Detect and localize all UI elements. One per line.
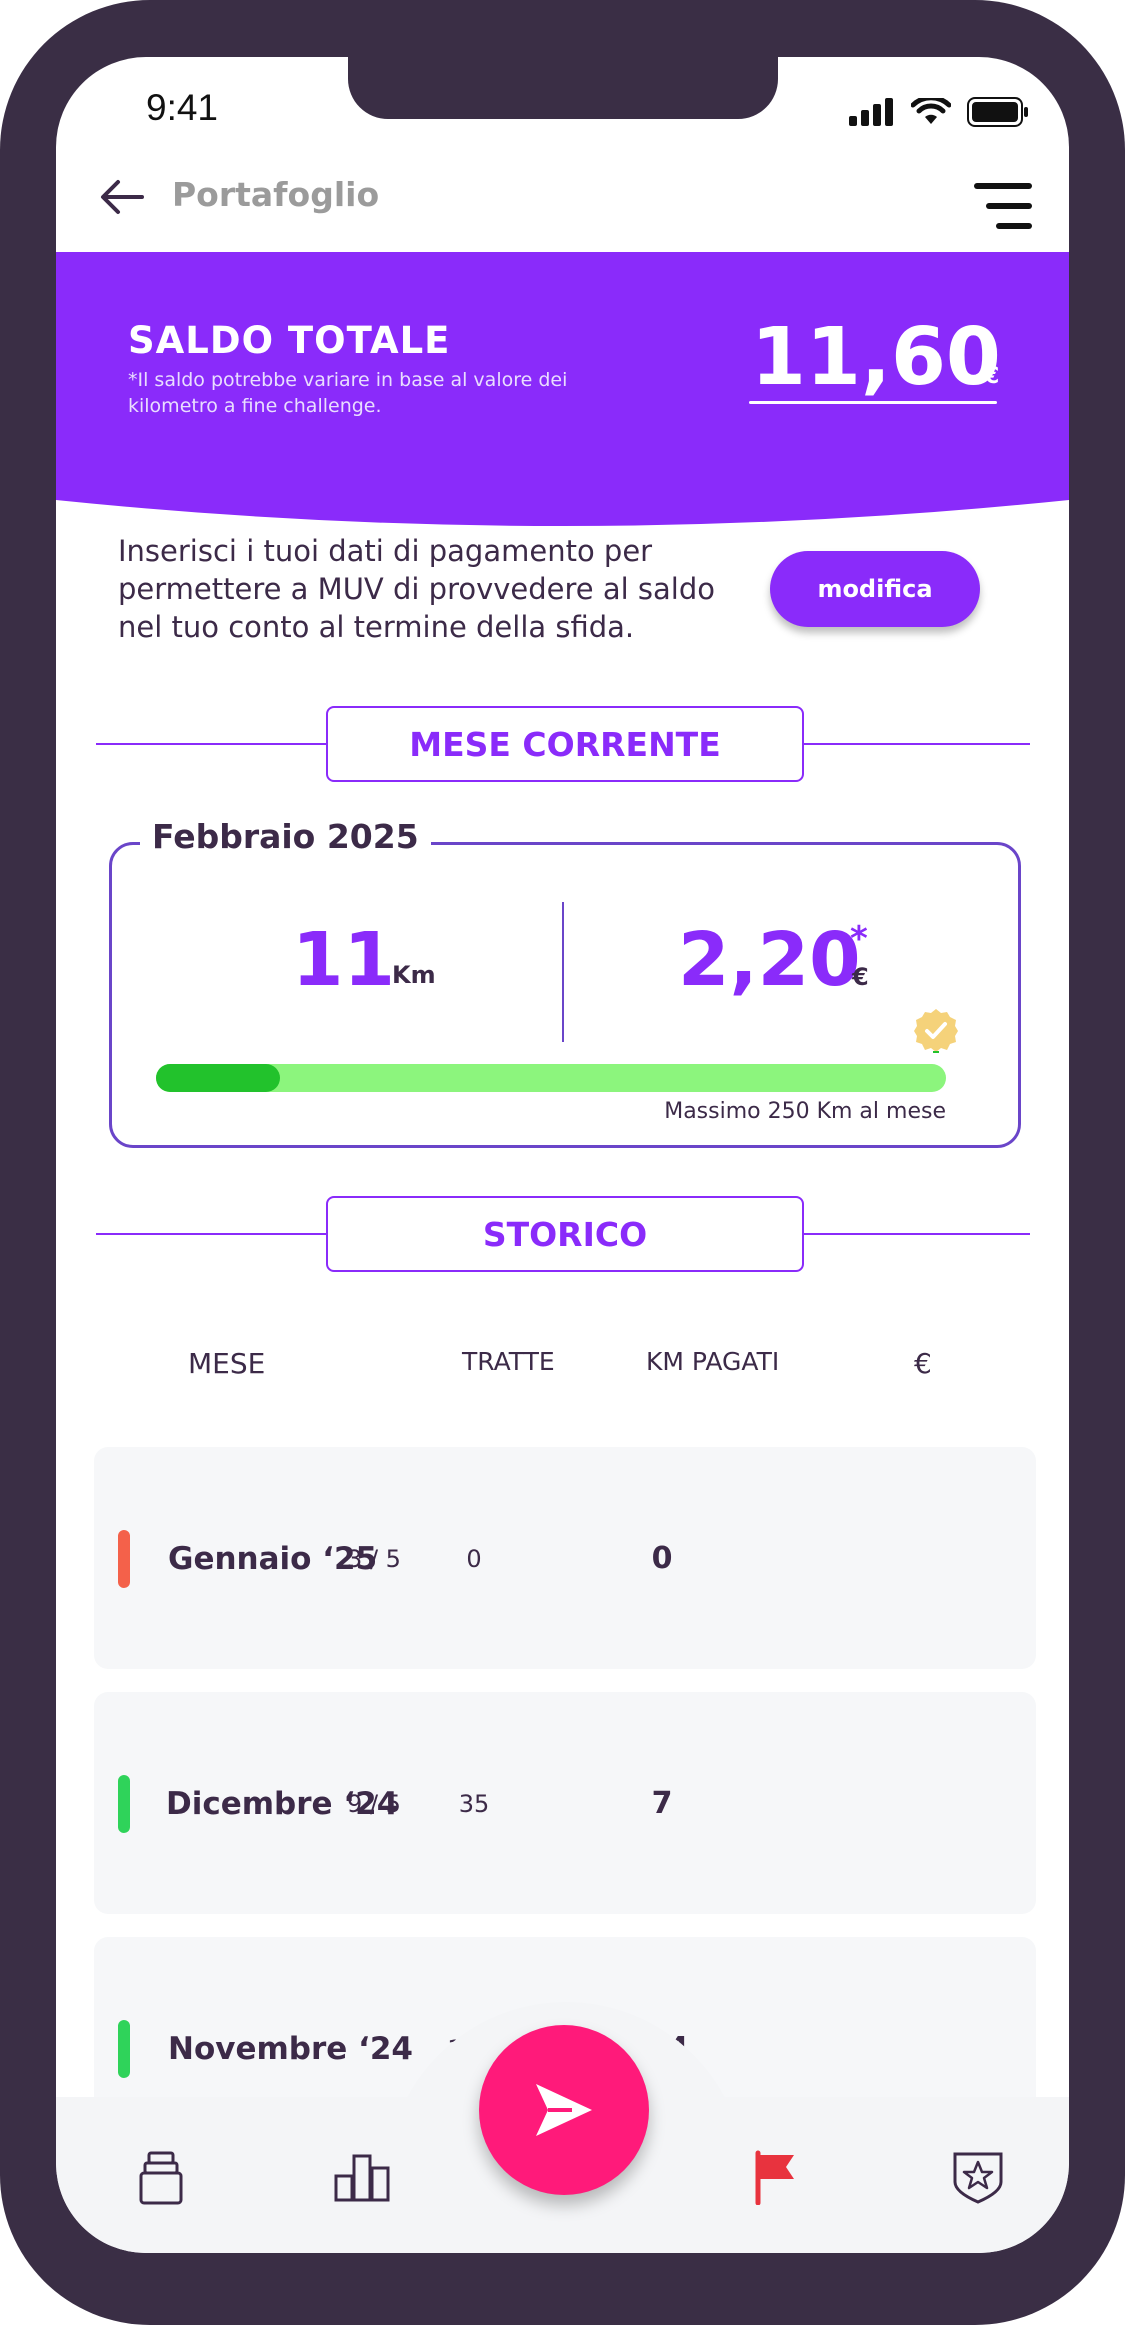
row-km: 35 bbox=[458, 1790, 490, 1818]
row-trips: 9 / 5 bbox=[347, 1790, 401, 1818]
history-row[interactable]: Gennaio ‘25 3 / 5 0 0 bbox=[94, 1447, 1036, 1669]
section-divider bbox=[96, 743, 328, 745]
phone-frame: 9:41 Portafoglio SALDO TOTALE *Il saldo … bbox=[0, 0, 1125, 2325]
row-month: Novembre ‘24 bbox=[168, 2031, 413, 2067]
menu-icon[interactable] bbox=[974, 179, 1034, 235]
km-unit: Km bbox=[392, 961, 436, 989]
flag-icon bbox=[755, 2150, 794, 2205]
row-eur: 7 bbox=[651, 1786, 673, 1821]
tab-stats[interactable] bbox=[332, 2147, 392, 2207]
status-indicator bbox=[118, 1530, 130, 1588]
current-month-header: MESE CORRENTE bbox=[326, 706, 804, 782]
page-title: Portafoglio bbox=[172, 175, 380, 214]
km-progress-bar bbox=[156, 1064, 946, 1092]
status-indicator bbox=[118, 2020, 130, 2078]
current-month-title: Febbraio 2025 bbox=[140, 817, 431, 856]
eur-currency: € bbox=[852, 963, 869, 991]
status-indicator bbox=[118, 1775, 130, 1833]
tab-rewards[interactable] bbox=[948, 2147, 1008, 2207]
km-progress-fill bbox=[156, 1064, 280, 1092]
send-fab-button[interactable] bbox=[479, 2025, 649, 2195]
wifi-icon bbox=[911, 98, 951, 124]
column-header-km: KM PAGATI bbox=[646, 1347, 780, 1376]
section-divider bbox=[96, 1233, 328, 1235]
chart-icon bbox=[334, 2154, 390, 2202]
section-divider bbox=[804, 1233, 1030, 1235]
column-header-eur: € bbox=[914, 1347, 932, 1380]
tab-wallet[interactable] bbox=[131, 2147, 191, 2207]
progress-caption: Massimo 250 Km al mese bbox=[664, 1099, 946, 1124]
km-value: 11 bbox=[292, 917, 395, 1003]
shield-star-icon bbox=[953, 2152, 1003, 2204]
status-time: 9:41 bbox=[146, 87, 219, 128]
check-badge-icon bbox=[914, 1009, 958, 1053]
edit-payment-button[interactable]: modifica bbox=[770, 551, 980, 627]
eur-value: 2,20 bbox=[678, 917, 861, 1003]
balance-amount: 11,60 bbox=[751, 311, 1001, 403]
history-header: STORICO bbox=[326, 1196, 804, 1272]
app-screen: 9:41 Portafoglio SALDO TOTALE *Il saldo … bbox=[56, 57, 1069, 2253]
section-divider bbox=[804, 743, 1030, 745]
balance-underline bbox=[749, 401, 997, 404]
row-trips: 3 / 5 bbox=[347, 1545, 401, 1573]
signal-icon bbox=[849, 98, 893, 126]
battery-icon bbox=[967, 97, 1028, 127]
balance-title: SALDO TOTALE bbox=[128, 319, 451, 362]
status-icons bbox=[849, 97, 1029, 127]
eur-footnote-star: * bbox=[850, 919, 868, 959]
row-km: 0 bbox=[466, 1545, 482, 1573]
tab-challenges[interactable] bbox=[746, 2147, 806, 2207]
row-eur: 0 bbox=[651, 1541, 673, 1576]
column-header-trips: TRATTE bbox=[462, 1347, 555, 1376]
balance-currency: € bbox=[984, 364, 1000, 389]
balance-note: *Il saldo potrebbe variare in base al va… bbox=[128, 369, 568, 417]
card-divider bbox=[562, 902, 564, 1042]
device-notch bbox=[348, 57, 778, 119]
back-arrow-icon[interactable] bbox=[96, 172, 146, 222]
wallet-icon bbox=[139, 2151, 183, 2205]
column-header-month: MESE bbox=[188, 1347, 266, 1380]
history-row[interactable]: Dicembre ‘24 9 / 5 35 7 bbox=[94, 1692, 1036, 1914]
payment-info-text: Inserisci i tuoi dati di pagamento per p… bbox=[118, 534, 715, 644]
send-icon bbox=[536, 2084, 592, 2136]
